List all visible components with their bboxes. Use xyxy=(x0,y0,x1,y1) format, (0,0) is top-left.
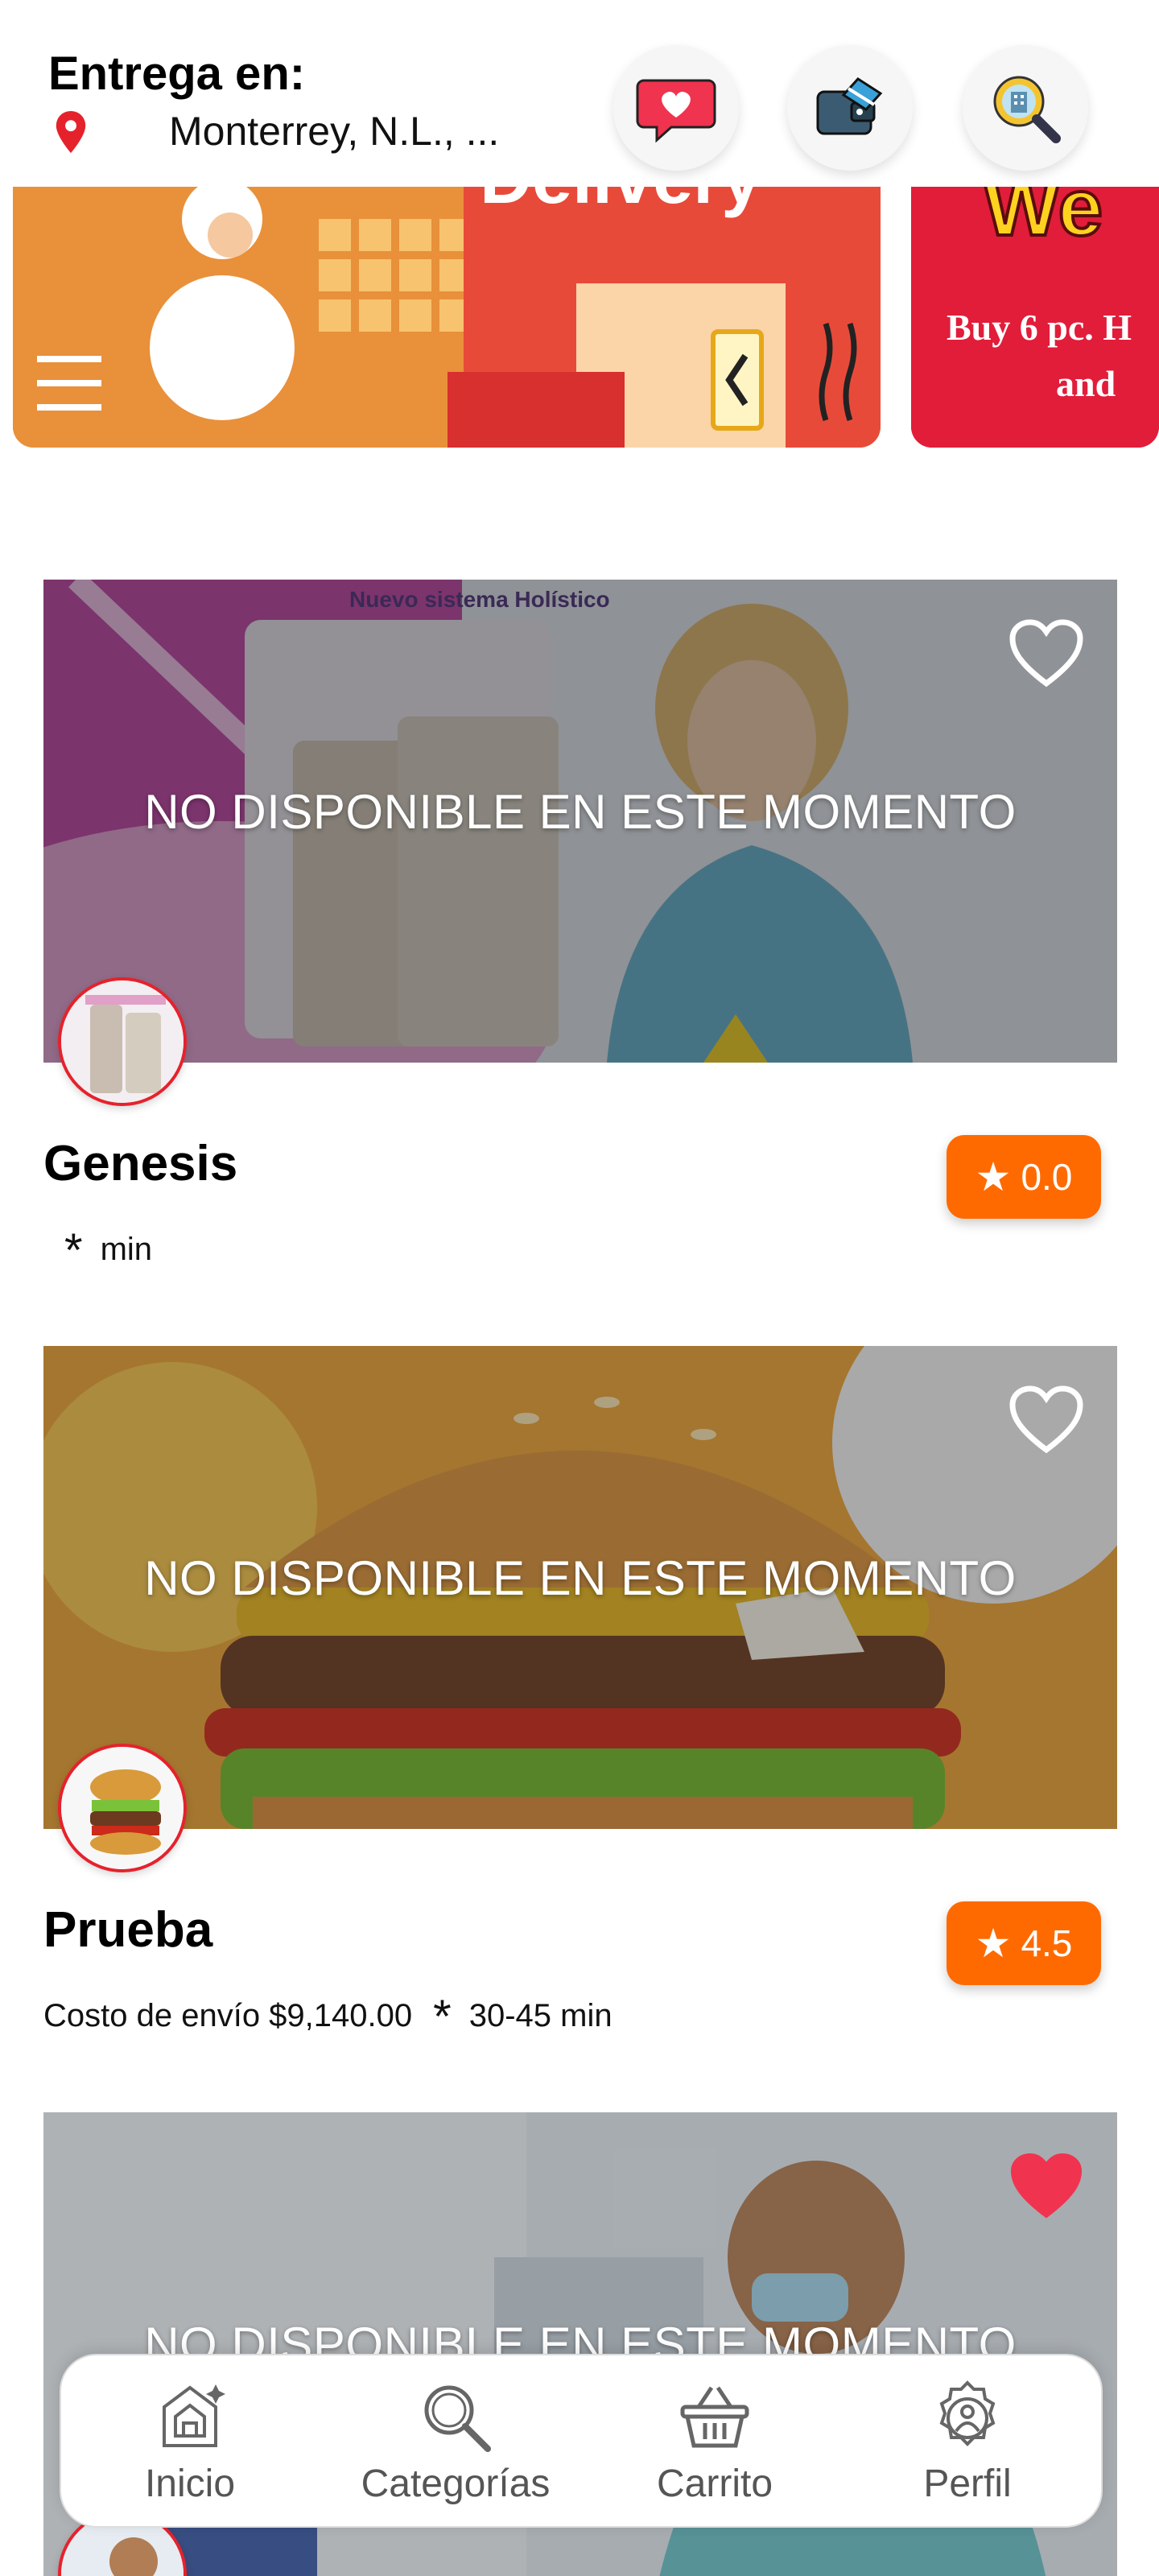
svg-text:and: and xyxy=(1056,363,1116,404)
nav-item-inicio[interactable]: Inicio xyxy=(69,2378,311,2506)
rating-value: 0.0 xyxy=(1021,1156,1073,1198)
svg-text:Delivery: Delivery xyxy=(480,187,761,219)
heart-outline-icon[interactable] xyxy=(1008,617,1085,689)
heart-outline-icon[interactable] xyxy=(1008,1383,1085,1455)
rating-badge: ★ 4.5 xyxy=(947,1901,1101,1985)
nav-label: Categorías xyxy=(361,2462,551,2505)
location-pin-icon xyxy=(56,111,86,153)
store-logo xyxy=(58,977,187,1106)
store-name: Prueba xyxy=(43,1902,213,1958)
delivery-time: min xyxy=(100,1232,153,1267)
nav-item-categorias[interactable]: Categorías xyxy=(335,2378,576,2506)
delivery-banner-illustration: Delivery xyxy=(13,187,881,448)
delivery-location[interactable]: Monterrey, N.L., ... xyxy=(169,108,499,155)
nav-label: Perfil xyxy=(923,2462,1012,2505)
basket-icon xyxy=(680,2386,749,2448)
unavailable-status: NO DISPONIBLE EN ESTE MOMENTO xyxy=(144,785,1017,839)
store-meta: Costo de envío $9,140.00 * 30-45 min xyxy=(43,1990,612,2044)
favorites-message-icon xyxy=(636,79,716,143)
heart-filled-icon[interactable] xyxy=(1008,2149,1085,2222)
star-icon: ★ xyxy=(975,1154,1012,1199)
svg-text:We: We xyxy=(984,187,1103,253)
promo-banner-illustration: We Buy 6 pc. H and xyxy=(911,187,1159,448)
wallet-icon xyxy=(816,77,883,135)
shipping-cost: Costo de envío $9,140.00 xyxy=(43,1998,413,2033)
nav-item-perfil[interactable]: Perfil xyxy=(847,2378,1088,2506)
separator-star-icon: * xyxy=(64,1224,83,1277)
nav-label: Carrito xyxy=(656,2462,773,2505)
promo-banner-carousel[interactable]: Delivery We Buy 6 pc. H and xyxy=(0,187,1159,448)
rating-value: 4.5 xyxy=(1021,1922,1073,1964)
separator-star-icon: * xyxy=(433,1991,452,2043)
bottom-navigation: Inicio Categorías Carrito Perfil xyxy=(60,2354,1103,2528)
delivery-banner[interactable]: Delivery xyxy=(13,187,881,448)
store-search-button[interactable] xyxy=(963,45,1088,171)
store-cover-image[interactable]: NO DISPONIBLE EN ESTE MOMENTO xyxy=(43,1346,1117,1829)
delivery-title: Entrega en: xyxy=(48,47,306,100)
favorites-button[interactable] xyxy=(613,45,739,171)
unavailable-status: NO DISPONIBLE EN ESTE MOMENTO xyxy=(144,1551,1017,1605)
svg-text:Buy 6 pc. H: Buy 6 pc. H xyxy=(947,307,1132,348)
star-icon: ★ xyxy=(975,1921,1012,1966)
search-icon xyxy=(424,2385,491,2452)
store-search-icon xyxy=(993,76,1061,143)
rating-badge: ★ 0.0 xyxy=(947,1135,1101,1219)
nav-label: Inicio xyxy=(144,2462,236,2505)
promo-banner[interactable]: We Buy 6 pc. H and xyxy=(911,187,1159,448)
home-icon xyxy=(163,2384,225,2447)
store-name: Genesis xyxy=(43,1136,238,1191)
delivery-time: 30-45 min xyxy=(468,1998,612,2033)
store-cover-image[interactable]: Nuevo sistema Holístico NO DISPONIBLE EN… xyxy=(43,580,1117,1063)
header: Entrega en: Monterrey, N.L., ... xyxy=(0,0,1159,187)
store-meta: * min xyxy=(43,1224,152,1278)
nav-item-carrito[interactable]: Carrito xyxy=(594,2378,835,2506)
wallet-button[interactable] xyxy=(787,45,913,171)
store-logo xyxy=(58,1744,187,1872)
profile-gear-icon xyxy=(939,2380,996,2446)
